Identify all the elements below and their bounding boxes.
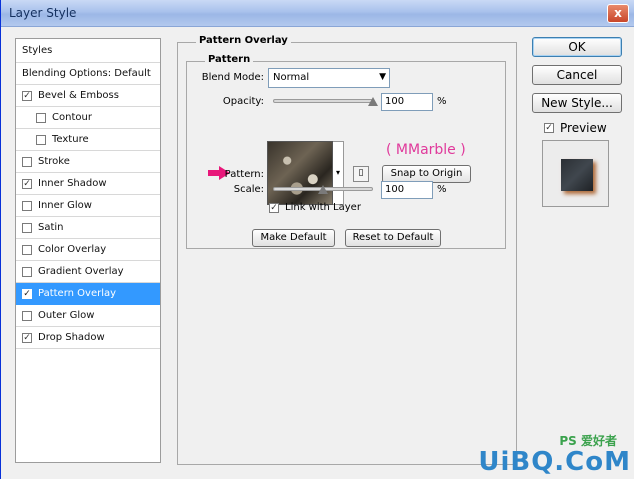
style-item-inner-glow[interactable]: Inner Glow	[16, 195, 160, 217]
style-item-label: Gradient Overlay	[38, 266, 124, 277]
pattern-overlay-title: Pattern Overlay	[196, 35, 291, 46]
pattern-name-annotation: ( MMarble )	[386, 142, 466, 158]
style-item-label: Contour	[52, 112, 92, 123]
opacity-value: 100	[385, 96, 405, 107]
blending-options-label: Blending Options: Default	[22, 68, 151, 79]
ok-button[interactable]: OK	[532, 37, 622, 57]
style-checkbox[interactable]	[22, 222, 32, 233]
style-checkbox[interactable]	[22, 310, 32, 321]
style-checkbox[interactable]: ✓	[22, 332, 32, 343]
pattern-group-title: Pattern	[205, 54, 254, 65]
style-item-label: Color Overlay	[38, 244, 107, 255]
style-checkbox[interactable]	[22, 156, 32, 167]
cancel-label: Cancel	[556, 68, 598, 82]
scale-slider-thumb[interactable]	[318, 185, 328, 194]
opacity-slider-track[interactable]	[273, 99, 373, 103]
make-default-label: Make Default	[260, 232, 327, 243]
new-style-label: New Style...	[541, 96, 613, 110]
style-item-drop-shadow[interactable]: ✓ Drop Shadow	[16, 327, 160, 349]
link-with-layer-checkbox[interactable]: ✓ Link with Layer	[269, 202, 361, 213]
scale-label: Scale:	[233, 184, 264, 195]
blend-mode-select[interactable]: Normal ▼	[268, 68, 390, 88]
new-style-button[interactable]: New Style...	[532, 93, 622, 113]
make-default-button[interactable]: Make Default	[252, 229, 335, 247]
styles-list: Styles Blending Options: Default ✓ Bevel …	[15, 38, 161, 463]
preview-checkbox[interactable]: ✓ Preview	[544, 121, 607, 135]
ok-label: OK	[568, 40, 586, 54]
dialog-client: Styles Blending Options: Default ✓ Bevel …	[1, 27, 634, 479]
blending-options-item[interactable]: Blending Options: Default	[16, 63, 160, 85]
layer-style-dialog: Layer Style x Styles Blending Options: D…	[0, 0, 634, 479]
cancel-button[interactable]: Cancel	[532, 65, 622, 85]
style-item-gradient-overlay[interactable]: Gradient Overlay	[16, 261, 160, 283]
chevron-down-icon: ▼	[379, 72, 386, 82]
style-checkbox[interactable]	[22, 244, 32, 255]
snap-to-origin-label: Snap to Origin	[390, 168, 463, 179]
style-checkbox[interactable]	[22, 200, 32, 211]
opacity-slider-thumb[interactable]	[368, 97, 378, 106]
style-item-inner-shadow[interactable]: ✓ Inner Shadow	[16, 173, 160, 195]
styles-header-label: Styles	[22, 45, 53, 56]
style-item-label: Pattern Overlay	[38, 288, 117, 299]
blend-mode-value: Normal	[273, 72, 310, 83]
dialog-title: Layer Style	[9, 6, 77, 20]
scale-unit: %	[437, 184, 447, 195]
opacity-input[interactable]: 100	[381, 93, 433, 111]
style-preview	[542, 140, 609, 207]
style-checkbox[interactable]: ✓	[22, 178, 32, 189]
style-checkbox[interactable]	[22, 266, 32, 277]
reset-to-default-label: Reset to Default	[352, 232, 434, 243]
watermark: UiBQ.CoM	[478, 447, 631, 477]
style-item-stroke[interactable]: Stroke	[16, 151, 160, 173]
preview-thumbnail	[561, 159, 593, 191]
style-checkbox[interactable]	[36, 134, 46, 145]
scale-value: 100	[385, 184, 405, 195]
preview-label: Preview	[560, 121, 607, 135]
style-item-label: Drop Shadow	[38, 332, 105, 343]
style-item-outer-glow[interactable]: Outer Glow	[16, 305, 160, 327]
style-item-label: Satin	[38, 222, 64, 233]
new-preset-button[interactable]: ▯	[353, 166, 369, 182]
style-item-label: Outer Glow	[38, 310, 95, 321]
style-item-bevel-emboss[interactable]: ✓ Bevel & Emboss	[16, 85, 160, 107]
new-preset-icon: ▯	[358, 168, 364, 178]
pattern-label: Pattern:	[224, 169, 264, 180]
pattern-swatch[interactable]	[267, 141, 333, 205]
style-item-pattern-overlay[interactable]: ✓ Pattern Overlay	[16, 283, 160, 305]
style-checkbox[interactable]	[36, 112, 46, 123]
style-item-satin[interactable]: Satin	[16, 217, 160, 239]
link-with-layer-label: Link with Layer	[285, 202, 361, 213]
style-item-label: Texture	[52, 134, 89, 145]
close-button[interactable]: x	[607, 4, 629, 23]
styles-header[interactable]: Styles	[16, 39, 160, 63]
opacity-label: Opacity:	[222, 96, 264, 107]
title-bar[interactable]: Layer Style x	[1, 0, 634, 27]
style-item-label: Inner Shadow	[38, 178, 107, 189]
style-item-label: Bevel & Emboss	[38, 90, 119, 101]
style-item-texture[interactable]: Texture	[16, 129, 160, 151]
style-item-contour[interactable]: Contour	[16, 107, 160, 129]
close-icon: x	[614, 6, 622, 20]
style-item-label: Stroke	[38, 156, 70, 167]
blend-mode-label: Blend Mode:	[201, 72, 264, 83]
scale-input[interactable]: 100	[381, 181, 433, 199]
chevron-down-icon: ▾	[335, 168, 340, 177]
opacity-unit: %	[437, 96, 447, 107]
pattern-picker-dropdown[interactable]: ▾	[333, 141, 344, 205]
link-with-layer-check[interactable]: ✓	[269, 202, 279, 213]
reset-to-default-button[interactable]: Reset to Default	[345, 229, 441, 247]
preview-check[interactable]: ✓	[544, 123, 554, 133]
style-checkbox[interactable]: ✓	[22, 288, 32, 299]
style-item-label: Inner Glow	[38, 200, 92, 211]
style-checkbox[interactable]: ✓	[22, 90, 32, 101]
style-item-color-overlay[interactable]: Color Overlay	[16, 239, 160, 261]
